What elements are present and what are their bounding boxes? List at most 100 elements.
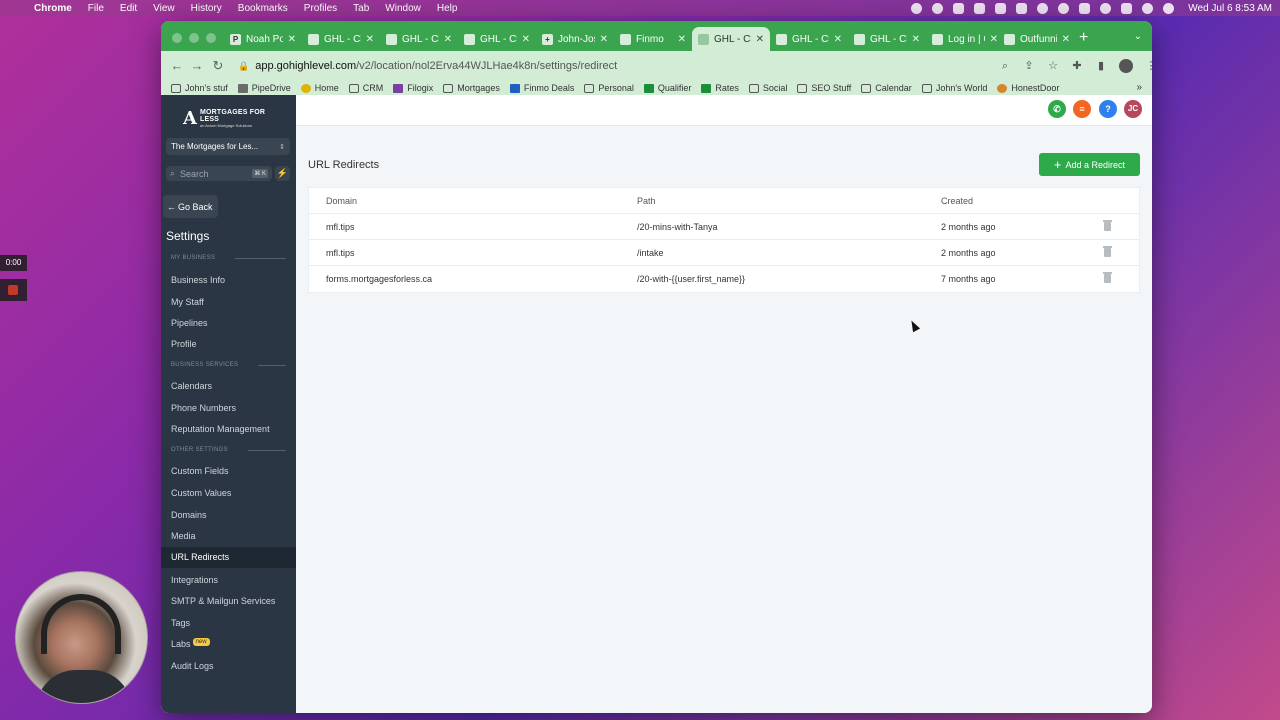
- sidebar-item-pipelines[interactable]: Pipelines: [171, 318, 208, 328]
- browser-tab-active[interactable]: GHL - Cl ✕: [692, 27, 770, 51]
- tab-close-icon[interactable]: ✕: [756, 34, 764, 45]
- menu-history[interactable]: History: [191, 3, 222, 14]
- sidebar-item-calendars[interactable]: Calendars: [171, 381, 212, 391]
- tab-close-icon[interactable]: ✕: [990, 34, 998, 45]
- tab-close-icon[interactable]: ✕: [600, 34, 608, 45]
- share-icon[interactable]: ⇪: [1023, 60, 1035, 72]
- browser-tab[interactable]: Finmo ✕: [614, 27, 692, 51]
- tab-close-icon[interactable]: ✕: [522, 34, 530, 45]
- browser-tab[interactable]: + John-Jos ✕: [536, 27, 614, 51]
- status-settings-icon[interactable]: [911, 2, 923, 14]
- bookmark-item[interactable]: Rates: [701, 83, 739, 93]
- sidebar-item-custom-fields[interactable]: Custom Fields: [171, 466, 229, 476]
- menu-file[interactable]: File: [88, 3, 104, 14]
- bookmark-item[interactable]: Qualifier: [643, 83, 691, 93]
- account-switcher[interactable]: The Mortgages for Les... ⇕: [166, 138, 290, 155]
- sidebar-item-business-info[interactable]: Business Info: [171, 275, 225, 285]
- browser-tab[interactable]: GHL - Cl ✕: [458, 27, 536, 51]
- new-tab-plus-icon[interactable]: +: [1079, 29, 1088, 47]
- add-redirect-button[interactable]: + Add a Redirect: [1039, 153, 1140, 176]
- status-drive-icon[interactable]: [995, 2, 1007, 14]
- profile-avatar-icon[interactable]: [1119, 59, 1133, 73]
- trash-icon[interactable]: [1103, 272, 1112, 283]
- sidebar-item-reputation-management[interactable]: Reputation Management: [171, 424, 270, 434]
- column-header-domain[interactable]: Domain: [326, 188, 357, 214]
- sidebar-search-input[interactable]: ⌕ Search ⌘ K: [166, 166, 272, 181]
- reload-icon[interactable]: ↻: [210, 58, 226, 74]
- status-play-icon[interactable]: [1058, 2, 1070, 14]
- lock-icon[interactable]: 🔒: [238, 61, 249, 72]
- tab-close-icon[interactable]: ✕: [444, 34, 452, 45]
- go-back-button[interactable]: ← Go Back: [163, 195, 218, 218]
- status-menu-icon[interactable]: [1016, 2, 1028, 14]
- browser-tab[interactable]: Outfunni ✕: [998, 27, 1076, 51]
- sidebar-item-phone-numbers[interactable]: Phone Numbers: [171, 403, 236, 413]
- sidebar-item-labs[interactable]: Labs new: [171, 638, 210, 650]
- bookmark-item[interactable]: John's World: [921, 83, 987, 93]
- bookmark-item[interactable]: Mortgages: [443, 83, 500, 93]
- browser-menu-icon[interactable]: ⋮: [1145, 60, 1153, 72]
- bookmark-item[interactable]: SEO Stuff: [797, 83, 851, 93]
- menu-tab[interactable]: Tab: [353, 3, 369, 14]
- browser-tab[interactable]: GHL - Cl ✕: [380, 27, 458, 51]
- side-panel-icon[interactable]: ▮: [1095, 60, 1107, 72]
- bookmark-item[interactable]: Home: [300, 83, 339, 93]
- spotlight-icon[interactable]: [1142, 2, 1154, 14]
- sidebar-item-audit-logs[interactable]: Audit Logs: [171, 661, 214, 671]
- menu-help[interactable]: Help: [437, 3, 458, 14]
- bookmarks-overflow-icon[interactable]: »: [1136, 82, 1142, 93]
- menu-window[interactable]: Window: [385, 3, 421, 14]
- column-header-path[interactable]: Path: [637, 188, 656, 214]
- close-window-button[interactable]: [172, 33, 182, 43]
- siri-icon[interactable]: [1163, 2, 1175, 14]
- sidebar-item-media[interactable]: Media: [171, 531, 196, 541]
- browser-tab[interactable]: GHL - Cl ✕: [302, 27, 380, 51]
- forward-arrow-icon[interactable]: →: [189, 58, 205, 74]
- sidebar-item-url-redirects[interactable]: URL Redirects: [161, 547, 296, 568]
- menu-app-name[interactable]: Chrome: [34, 3, 72, 14]
- trash-icon[interactable]: [1103, 246, 1112, 257]
- help-icon[interactable]: ?: [1099, 100, 1117, 118]
- bookmark-item[interactable]: HonestDoor: [997, 83, 1059, 93]
- browser-tab[interactable]: P Noah Po ✕: [224, 27, 302, 51]
- bookmark-item[interactable]: Filogix: [393, 83, 433, 93]
- zoom-search-icon[interactable]: ⌕: [999, 60, 1011, 72]
- bookmark-item[interactable]: John's stuf: [171, 83, 228, 93]
- bookmark-item[interactable]: Finmo Deals: [509, 83, 574, 93]
- tab-search-chevron-icon[interactable]: ⌄: [1134, 31, 1142, 42]
- sidebar-item-custom-values[interactable]: Custom Values: [171, 488, 231, 498]
- address-bar[interactable]: 🔒 app.gohighlevel.com/v2/location/nol2Er…: [230, 55, 1036, 77]
- status-cloud-icon[interactable]: [932, 2, 944, 14]
- webcam-bubble[interactable]: [15, 571, 148, 704]
- bookmark-item[interactable]: CRM: [348, 83, 383, 93]
- trash-icon[interactable]: [1103, 220, 1112, 231]
- sidebar-item-integrations[interactable]: Integrations: [171, 575, 218, 585]
- quick-action-bolt-icon[interactable]: ⚡: [275, 166, 290, 181]
- column-header-created[interactable]: Created: [941, 188, 973, 214]
- menu-bookmarks[interactable]: Bookmarks: [238, 3, 288, 14]
- sidebar-item-smtp-mailgun[interactable]: SMTP & Mailgun Services: [171, 596, 275, 606]
- menu-edit[interactable]: Edit: [120, 3, 137, 14]
- sidebar-item-tags[interactable]: Tags: [171, 618, 190, 628]
- list-icon[interactable]: ≡: [1073, 100, 1091, 118]
- status-app-icon[interactable]: [953, 2, 965, 14]
- sidebar-item-my-staff[interactable]: My Staff: [171, 297, 204, 307]
- back-arrow-icon[interactable]: ←: [169, 58, 185, 74]
- wifi-icon[interactable]: [1100, 2, 1112, 14]
- sidebar-item-profile[interactable]: Profile: [171, 339, 197, 349]
- sidebar-item-domains[interactable]: Domains: [171, 510, 207, 520]
- zoom-window-button[interactable]: [206, 33, 216, 43]
- bookmark-item[interactable]: Social: [748, 83, 787, 93]
- bookmark-star-icon[interactable]: ☆: [1047, 60, 1059, 72]
- browser-tab[interactable]: GHL - Cl ✕: [848, 27, 926, 51]
- tab-close-icon[interactable]: ✕: [1062, 34, 1070, 45]
- tab-close-icon[interactable]: ✕: [288, 34, 296, 45]
- tab-close-icon[interactable]: ✕: [678, 34, 686, 45]
- bookmark-item[interactable]: Personal: [584, 83, 634, 93]
- menu-clock[interactable]: Wed Jul 6 8:53 AM: [1188, 3, 1272, 14]
- browser-tab[interactable]: Log in | C ✕: [926, 27, 1004, 51]
- status-check-icon[interactable]: [1037, 2, 1049, 14]
- tab-close-icon[interactable]: ✕: [834, 34, 842, 45]
- battery-icon[interactable]: [1079, 2, 1091, 14]
- status-sync-icon[interactable]: [974, 2, 986, 14]
